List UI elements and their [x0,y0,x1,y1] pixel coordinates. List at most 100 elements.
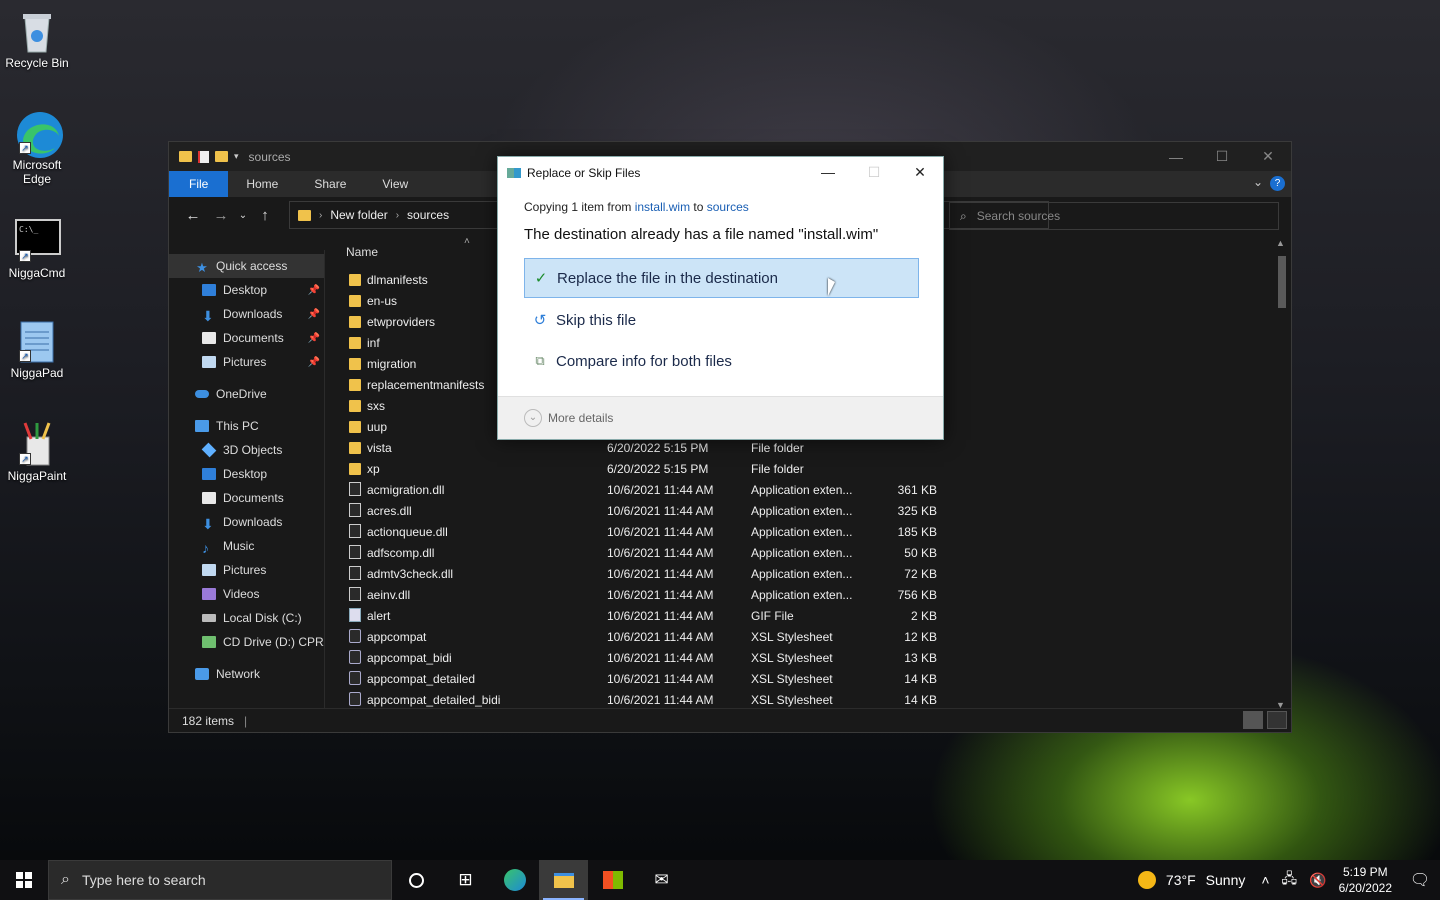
nav-item-downloads[interactable]: ⬇ Downloads [169,510,324,534]
dialog-titlebar[interactable]: Replace or Skip Files — ☐ ✕ [498,157,943,188]
file-row[interactable]: aeinv.dll 10/6/2021 11:44 AM Application e… [326,584,1276,605]
task-view-button[interactable]: ⊞ [441,860,490,900]
pin-icon[interactable]: 📌 [308,285,320,296]
nav-item-desktop[interactable]: Desktop [169,462,324,486]
breadcrumb-sources[interactable]: sources [407,208,449,222]
status-bar: 182 items | [169,708,1291,732]
compare-files-option[interactable]: ⧉ Compare info for both files [524,341,919,381]
pictures-icon [202,564,216,576]
tab-view[interactable]: View [364,171,426,197]
tab-share[interactable]: Share [296,171,364,197]
back-button[interactable]: ← [179,207,207,224]
chevron-up-icon[interactable]: ˄ [1261,872,1269,888]
file-name: en-us [367,293,398,308]
dialog-minimize-button[interactable]: — [805,157,851,187]
close-button[interactable]: ✕ [1245,142,1291,171]
nav-item-videos[interactable]: Videos [169,582,324,606]
minimize-button[interactable]: — [1153,142,1199,171]
nav-item-onedrive[interactable]: OneDrive [169,382,324,406]
desktop-icon-niggapaint[interactable]: ↗ NiggaPaint [0,421,74,483]
file-row[interactable]: adfscomp.dll 10/6/2021 11:44 AM Applicatio… [326,542,1276,563]
nav-item-music[interactable]: ♪ Music [169,534,324,558]
tab-home[interactable]: Home [228,171,296,197]
file-row[interactable]: alert 10/6/2021 11:44 AM GIF File 2 KB [326,605,1276,626]
nav-item-pictures[interactable]: Pictures 📌 [169,350,324,374]
desktop-icon-niggacmd[interactable]: C:\_ ↗ NiggaCmd [0,218,74,280]
folder-icon [349,295,361,307]
expand-ribbon-icon[interactable]: ⌄ [1253,175,1263,189]
desktop-icon-edge[interactable]: ↗ Microsoft Edge [0,110,74,186]
file-row[interactable]: appcompat_detailed 10/6/2021 11:44 AM XSL … [326,668,1276,689]
taskbar-search-placeholder: Type here to search [81,872,206,888]
more-details-toggle[interactable]: ⌄ More details [498,396,943,439]
taskbar-edge-button[interactable] [490,860,539,900]
pin-icon[interactable]: 📌 [308,309,320,320]
nav-item-desktop[interactable]: Desktop 📌 [169,278,324,302]
tab-file[interactable]: File [169,171,229,197]
maximize-button[interactable]: ☐ [1199,142,1245,171]
cortana-button[interactable] [392,860,441,900]
file-name: admtv3check.dll [367,566,454,581]
details-view-button[interactable] [1243,711,1263,729]
chevron-down-icon[interactable]: ▾ [234,151,239,162]
weather-temperature[interactable]: 73°F [1166,872,1196,888]
desktop-icon-niggapad[interactable]: ↗ NiggaPad [0,318,74,380]
replace-file-option[interactable]: ✓ Replace the file in the destination [524,258,919,298]
file-row[interactable]: acmigration.dll 10/6/2021 11:44 AM Applica… [326,479,1276,500]
desktop-icon-recycle-bin[interactable]: Recycle Bin [0,8,74,70]
nav-item-pictures[interactable]: Pictures [169,558,324,582]
skip-arrow-icon: ↺ [533,312,547,329]
sun-icon[interactable] [1137,871,1156,889]
nav-item-network[interactable]: Network [169,662,324,686]
weather-condition[interactable]: Sunny [1206,872,1246,888]
skip-file-option[interactable]: ↺ Skip this file [524,300,919,340]
nav-item-downloads[interactable]: ⬇ Downloads 📌 [169,302,324,326]
nav-item-local-disk-c[interactable]: Local Disk (C:) [169,606,324,630]
start-button[interactable] [0,860,48,900]
source-link[interactable]: install.wim [635,200,690,214]
scroll-thumb[interactable] [1278,256,1286,308]
file-row[interactable]: appcompat_bidi 10/6/2021 11:44 AM XSL Styl… [326,647,1276,668]
file-row[interactable]: vista 6/20/2022 5:15 PM File folder [326,437,1276,458]
file-row[interactable]: appcompat 10/6/2021 11:44 AM XSL Styleshee… [326,626,1276,647]
properties-icon[interactable] [198,150,209,163]
notification-center-icon[interactable]: 🗨 [1400,870,1440,890]
nav-item-3d-objects[interactable]: 3D Objects [169,438,324,462]
clock[interactable]: 5:19 PM 6/20/2022 [1339,864,1392,896]
up-button[interactable]: ↑ [251,207,279,224]
vertical-scrollbar[interactable]: ▲ ▼ [1275,238,1289,710]
taskbar-search-box[interactable]: ⌕ Type here to search [48,860,392,900]
file-name: aeinv.dll [367,587,411,602]
breadcrumb-new-folder[interactable]: New folder [330,208,387,222]
search-box[interactable]: ⌕ Search sources [949,202,1279,230]
file-row[interactable]: xp 6/20/2022 5:15 PM File folder [326,458,1276,479]
network-icon[interactable]: 🖧 [1282,868,1298,892]
file-row[interactable]: appcompat_detailed_bidi 10/6/2021 11:44 A… [326,689,1276,708]
file-row[interactable]: acres.dll 10/6/2021 11:44 AM Application e… [326,500,1276,521]
folder-icon [349,358,361,370]
destination-link[interactable]: sources [707,200,749,214]
nav-item-documents[interactable]: Documents [169,486,324,510]
pin-icon[interactable]: 📌 [308,333,320,344]
file-row[interactable]: admtv3check.dll 10/6/2021 11:44 AM Applica… [326,563,1276,584]
volume-muted-icon[interactable]: 🔇 [1309,872,1326,889]
large-icons-view-button[interactable] [1267,711,1287,729]
new-folder-icon[interactable] [215,151,228,162]
taskbar-file-explorer-button[interactable] [539,860,588,900]
help-icon[interactable]: ? [1270,176,1285,191]
nav-item-quick-access[interactable]: ★ Quick access [169,254,324,278]
taskbar-mail-button[interactable]: ✉ [637,860,686,900]
dialog-close-button[interactable]: ✕ [897,157,943,187]
nav-item-this-pc[interactable]: This PC [169,414,324,438]
pin-icon[interactable]: 📌 [308,357,320,368]
dll-file-icon [349,482,361,496]
forward-button[interactable]: → [207,207,235,224]
chevron-down-circle-icon: ⌄ [524,409,542,427]
scroll-up-icon[interactable]: ▲ [1276,238,1285,248]
taskbar-store-button[interactable] [588,860,637,900]
recent-locations-button[interactable]: ⌄ [235,210,251,221]
nav-item-documents[interactable]: Documents 📌 [169,326,324,350]
nav-item-cd-drive-d-cpra[interactable]: CD Drive (D:) CPRA [169,630,324,654]
file-name: appcompat [367,629,427,644]
file-row[interactable]: actionqueue.dll 10/6/2021 11:44 AM Applica… [326,521,1276,542]
